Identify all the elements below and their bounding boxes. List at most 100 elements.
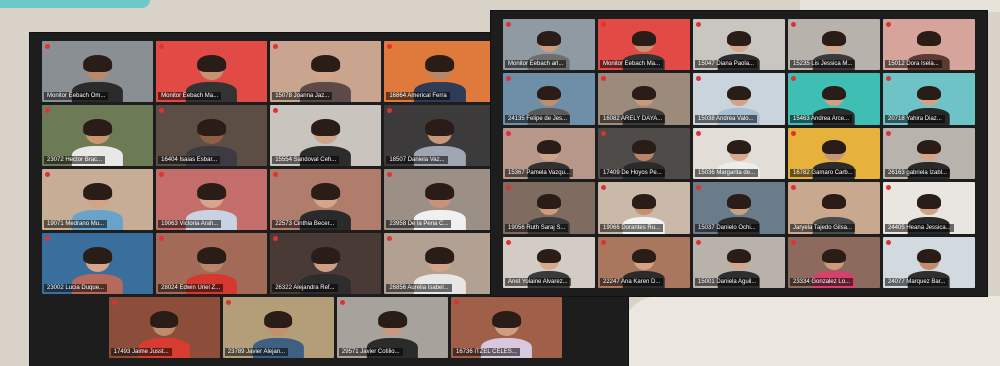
participant-name-label: 16864 Americal Ferra	[386, 92, 450, 100]
participant-name-label: 23072 Hector Brac...	[44, 156, 106, 164]
participant-tile[interactable]: 17409 De Hoyos Pe...	[598, 127, 690, 180]
participant-tile[interactable]: Anet Yolaine Alvarez...	[503, 236, 595, 288]
participant-name-label: 15554 Sandoval Ceh...	[272, 156, 340, 164]
participant-tile[interactable]: 19066 Dorantes Ru...	[598, 182, 690, 234]
muted-mic-icon	[225, 300, 231, 305]
muted-mic-icon	[339, 300, 345, 305]
participant-tile[interactable]: 15036 Margarita de...	[693, 127, 785, 180]
participant-name-label: 24405 Heana Jessica...	[885, 223, 954, 232]
participant-tile[interactable]: 26322 Alejandra Ref...	[270, 233, 382, 294]
participant-tile[interactable]: Monitor Eebach arl...	[503, 19, 595, 71]
participant-name-label: 15036 Margarita de...	[695, 169, 759, 178]
participant-tile[interactable]: 15554 Sandoval Ceh...	[270, 105, 382, 166]
muted-mic-icon	[886, 130, 891, 136]
participant-name-label: 18507 Daniela Vaz...	[386, 156, 448, 164]
participant-name-label: 19066 Dorantes Ru...	[600, 223, 664, 232]
participant-name-label: Monitor Eebach Ma...	[158, 92, 222, 100]
participant-name-label: Jaryela Tajedo Gilsa...	[790, 223, 855, 232]
participant-tile[interactable]: 24135 Felipe de Jes...	[503, 73, 595, 125]
muted-mic-icon	[111, 300, 117, 305]
participant-tile[interactable]: 22247 Ana Karen D...	[598, 236, 690, 288]
participant-tile[interactable]: 24077 Marquez Bar...	[883, 236, 975, 288]
participant-name-label: 16404 Isaias Esbar...	[158, 156, 221, 164]
participant-name-label: Monitor Eebach Ma...	[600, 60, 664, 69]
participant-name-label: 15367 Pamela Vazqu...	[505, 169, 573, 178]
participant-tile[interactable]: 15037 Danielo Ochi...	[693, 182, 785, 234]
participant-name-label: 26856 Aurelia Isabel...	[386, 284, 452, 292]
participant-name-label: 29571 Javier Cotilio...	[338, 348, 403, 356]
participant-name-label: 26163 gabriela Izabl...	[885, 169, 951, 178]
participant-name-label: 15078 Joanna Jaz...	[272, 92, 333, 100]
participant-tile[interactable]: 23789 Javier Alejan...	[222, 297, 334, 358]
muted-mic-icon	[506, 130, 511, 136]
muted-mic-icon	[791, 239, 796, 245]
participant-tile[interactable]: 26856 Aurelia Isabel...	[384, 233, 496, 294]
participant-name-label: 24135 Felipe de Jes...	[505, 114, 571, 123]
muted-mic-icon	[886, 239, 891, 245]
participant-name-label: 23334 Gonzalez Lo...	[790, 277, 854, 286]
muted-mic-icon	[45, 44, 50, 49]
participant-tile[interactable]: 19071 Medrano Mu...	[42, 169, 154, 230]
participant-tile[interactable]: 29571 Javier Cotilio...	[336, 297, 448, 358]
muted-mic-icon	[696, 22, 701, 27]
participant-tile[interactable]: 22573 Cinthia Becer...	[270, 169, 382, 230]
participant-tile[interactable]: 17493 Jaime Jusst...	[108, 297, 220, 358]
participant-name-label: 16736 ITZEL CELES...	[453, 348, 520, 356]
participant-name-label: 15001 Daniela Aguil...	[695, 277, 760, 286]
muted-mic-icon	[601, 22, 606, 27]
muted-mic-icon	[45, 236, 50, 241]
participant-name-label: 20718 Yahira Diaz...	[885, 114, 945, 123]
participant-tile[interactable]: 19056 Ruth Saraj S...	[503, 182, 595, 234]
muted-mic-icon	[791, 130, 796, 136]
participant-name-label: 15037 Danielo Ochi...	[695, 223, 759, 232]
muted-mic-icon	[45, 172, 50, 177]
participant-name-label: 17409 De Hoyos Pe...	[600, 169, 665, 178]
participant-tile[interactable]: 16082 ARELY DAYA...	[598, 73, 690, 125]
muted-mic-icon	[454, 300, 459, 305]
participant-tile[interactable]: 15078 Joanna Jaz...	[270, 41, 382, 102]
participant-tile[interactable]: 23334 Gonzalez Lo...	[788, 236, 880, 288]
participant-name-label: 15463 Andrea Arce...	[790, 114, 853, 123]
participant-tile[interactable]: 20718 Yahira Diaz...	[883, 73, 975, 125]
participant-tile[interactable]: 18507 Daniela Vaz...	[384, 105, 496, 166]
participant-name-label: 15038 Andrea Valo...	[695, 114, 757, 123]
participant-tile[interactable]: 15047 Diana Paola...	[693, 19, 785, 71]
participant-tile[interactable]: Monitor Eebach Ma...	[156, 41, 268, 102]
participant-name-label: 23002 Lucia Duque...	[44, 284, 108, 292]
participant-name-label: 24077 Marquez Bar...	[885, 277, 949, 286]
video-call-gallery-window-2: Monitor Eebach arl... Monitor Eebach Ma..…	[491, 11, 987, 296]
participant-tile[interactable]: 23958 De la Pena C...	[384, 169, 496, 230]
participant-tile[interactable]: 15463 Andrea Arce...	[788, 73, 880, 125]
participant-tile[interactable]: 16404 Isaias Esbar...	[156, 105, 268, 166]
participant-tile[interactable]: 28024 Edwin Uriel Z...	[156, 233, 268, 294]
muted-mic-icon	[601, 239, 606, 245]
participant-tile[interactable]: 15367 Pamela Vazqu...	[503, 127, 595, 180]
participant-tile[interactable]: 23002 Lucia Duque...	[42, 233, 154, 294]
participant-tile[interactable]: 15001 Daniela Aguil...	[693, 236, 785, 288]
participant-name-label: 15012 Dora Isela...	[885, 60, 942, 69]
participant-tile[interactable]: 19063 Victoria Arah...	[156, 169, 268, 230]
participant-name-label: 16082 ARELY DAYA...	[600, 114, 666, 123]
participant-name-label: 28024 Edwin Uriel Z...	[158, 284, 224, 292]
muted-mic-icon	[506, 239, 511, 245]
participant-tile[interactable]: 15235 Lis Jessica M...	[788, 19, 880, 71]
participant-tile[interactable]: 24405 Heana Jessica...	[883, 182, 975, 234]
participant-tile[interactable]: 16864 Americal Ferra	[384, 41, 496, 102]
participant-tile[interactable]: 16736 ITZEL CELES...	[451, 297, 563, 358]
participant-tile[interactable]: Jaryela Tajedo Gilsa...	[788, 182, 880, 234]
muted-mic-icon	[696, 239, 701, 245]
participant-tile[interactable]: 26163 gabriela Izabl...	[883, 127, 975, 180]
participant-name-label: 23958 De la Pena C...	[386, 220, 452, 228]
participant-tile[interactable]: Monitor Eebach Om...	[42, 41, 154, 102]
background-accent-bottom	[620, 296, 1000, 366]
participant-name-label: 19071 Medrano Mu...	[44, 220, 108, 228]
muted-mic-icon	[696, 130, 701, 136]
participant-tile[interactable]: 16782 Gamaro Carb...	[788, 127, 880, 180]
participant-tile[interactable]: 23072 Hector Brac...	[42, 105, 154, 166]
participant-name-label: 22247 Ana Karen D...	[600, 277, 664, 286]
participant-tile[interactable]: 15012 Dora Isela...	[883, 19, 975, 71]
participant-tile[interactable]: 15038 Andrea Valo...	[693, 73, 785, 125]
background-accent-teal	[0, 0, 150, 8]
participant-tile[interactable]: Monitor Eebach Ma...	[598, 19, 690, 71]
muted-mic-icon	[506, 22, 511, 27]
